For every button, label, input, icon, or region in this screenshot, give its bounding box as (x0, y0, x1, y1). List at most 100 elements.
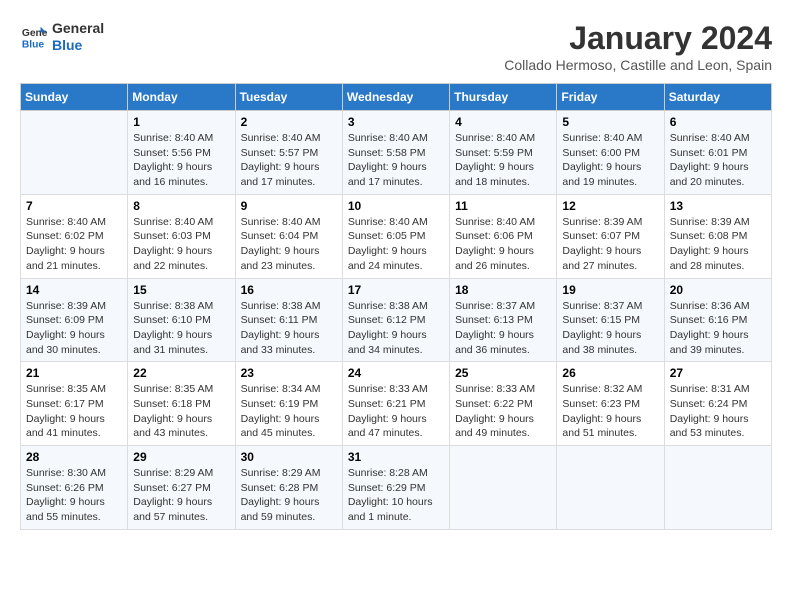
day-cell: 8 Sunrise: 8:40 AM Sunset: 6:03 PM Daylig… (128, 194, 235, 278)
day-cell: 30Sunrise: 8:29 AM Sunset: 6:28 PM Dayli… (235, 446, 342, 530)
day-cell: 7Sunrise: 8:40 AM Sunset: 6:02 PM Daylig… (21, 194, 128, 278)
day-detail: Sunrise: 8:40 AM Sunset: 6:00 PM Dayligh… (562, 131, 658, 190)
day-number: 14 (26, 283, 122, 297)
calendar-header-row: SundayMondayTuesdayWednesdayThursdayFrid… (21, 84, 772, 111)
col-header-saturday: Saturday (664, 84, 771, 111)
day-cell: 5 Sunrise: 8:40 AM Sunset: 6:00 PM Daylig… (557, 111, 664, 195)
day-number: 11 (455, 199, 551, 213)
day-detail: Sunrise: 8:40 AM Sunset: 6:01 PM Dayligh… (670, 131, 766, 190)
day-number: 21 (26, 366, 122, 380)
day-cell: 11Sunrise: 8:40 AM Sunset: 6:06 PM Dayli… (450, 194, 557, 278)
col-header-friday: Friday (557, 84, 664, 111)
day-number: 23 (241, 366, 337, 380)
col-header-thursday: Thursday (450, 84, 557, 111)
day-detail: Sunrise: 8:30 AM Sunset: 6:26 PM Dayligh… (26, 466, 122, 525)
day-cell (557, 446, 664, 530)
day-detail: Sunrise: 8:40 AM Sunset: 6:05 PM Dayligh… (348, 215, 444, 274)
day-detail: Sunrise: 8:38 AM Sunset: 6:11 PM Dayligh… (241, 299, 337, 358)
day-number: 16 (241, 283, 337, 297)
day-detail: Sunrise: 8:37 AM Sunset: 6:13 PM Dayligh… (455, 299, 551, 358)
day-number: 15 (133, 283, 229, 297)
day-detail: Sunrise: 8:36 AM Sunset: 6:16 PM Dayligh… (670, 299, 766, 358)
day-detail: Sunrise: 8:38 AM Sunset: 6:10 PM Dayligh… (133, 299, 229, 358)
calendar-body: 1 Sunrise: 8:40 AM Sunset: 5:56 PM Daylig… (21, 111, 772, 530)
day-cell: 3Sunrise: 8:40 AM Sunset: 5:58 PM Daylig… (342, 111, 449, 195)
day-detail: Sunrise: 8:40 AM Sunset: 5:57 PM Dayligh… (241, 131, 337, 190)
day-cell: 16 Sunrise: 8:38 AM Sunset: 6:11 PM Dayli… (235, 278, 342, 362)
week-row-2: 7Sunrise: 8:40 AM Sunset: 6:02 PM Daylig… (21, 194, 772, 278)
col-header-monday: Monday (128, 84, 235, 111)
day-cell: 13Sunrise: 8:39 AM Sunset: 6:08 PM Dayli… (664, 194, 771, 278)
col-header-wednesday: Wednesday (342, 84, 449, 111)
day-number: 12 (562, 199, 658, 213)
day-number: 4 (455, 115, 551, 129)
col-header-sunday: Sunday (21, 84, 128, 111)
day-cell: 24 Sunrise: 8:33 AM Sunset: 6:21 PM Dayli… (342, 362, 449, 446)
day-cell: 22 Sunrise: 8:35 AM Sunset: 6:18 PM Dayli… (128, 362, 235, 446)
day-cell: 21 Sunrise: 8:35 AM Sunset: 6:17 PM Dayli… (21, 362, 128, 446)
col-header-tuesday: Tuesday (235, 84, 342, 111)
day-detail: Sunrise: 8:39 AM Sunset: 6:09 PM Dayligh… (26, 299, 122, 358)
day-detail: Sunrise: 8:33 AM Sunset: 6:22 PM Dayligh… (455, 382, 551, 441)
day-cell (450, 446, 557, 530)
day-cell: 10Sunrise: 8:40 AM Sunset: 6:05 PM Dayli… (342, 194, 449, 278)
day-detail: Sunrise: 8:40 AM Sunset: 5:58 PM Dayligh… (348, 131, 444, 190)
day-number: 25 (455, 366, 551, 380)
day-number: 5 (562, 115, 658, 129)
day-detail: Sunrise: 8:33 AM Sunset: 6:21 PM Dayligh… (348, 382, 444, 441)
day-cell: 9 Sunrise: 8:40 AM Sunset: 6:04 PM Daylig… (235, 194, 342, 278)
day-cell: 17 Sunrise: 8:38 AM Sunset: 6:12 PM Dayli… (342, 278, 449, 362)
day-cell: 26 Sunrise: 8:32 AM Sunset: 6:23 PM Dayli… (557, 362, 664, 446)
main-title: January 2024 (504, 20, 772, 57)
day-number: 7 (26, 199, 122, 213)
day-cell: 15 Sunrise: 8:38 AM Sunset: 6:10 PM Dayli… (128, 278, 235, 362)
day-cell: 28 Sunrise: 8:30 AM Sunset: 6:26 PM Dayli… (21, 446, 128, 530)
day-number: 20 (670, 283, 766, 297)
week-row-5: 28 Sunrise: 8:30 AM Sunset: 6:26 PM Dayli… (21, 446, 772, 530)
day-detail: Sunrise: 8:40 AM Sunset: 6:04 PM Dayligh… (241, 215, 337, 274)
day-cell: 19Sunrise: 8:37 AM Sunset: 6:15 PM Dayli… (557, 278, 664, 362)
day-detail: Sunrise: 8:29 AM Sunset: 6:27 PM Dayligh… (133, 466, 229, 525)
day-number: 22 (133, 366, 229, 380)
week-row-3: 14 Sunrise: 8:39 AM Sunset: 6:09 PM Dayli… (21, 278, 772, 362)
logo-line2: Blue (52, 37, 104, 54)
day-number: 26 (562, 366, 658, 380)
day-number: 13 (670, 199, 766, 213)
day-number: 17 (348, 283, 444, 297)
day-cell: 2 Sunrise: 8:40 AM Sunset: 5:57 PM Daylig… (235, 111, 342, 195)
svg-text:Blue: Blue (22, 39, 45, 50)
day-number: 2 (241, 115, 337, 129)
day-detail: Sunrise: 8:29 AM Sunset: 6:28 PM Dayligh… (241, 466, 337, 525)
day-detail: Sunrise: 8:35 AM Sunset: 6:17 PM Dayligh… (26, 382, 122, 441)
day-detail: Sunrise: 8:35 AM Sunset: 6:18 PM Dayligh… (133, 382, 229, 441)
day-number: 8 (133, 199, 229, 213)
day-cell: 29 Sunrise: 8:29 AM Sunset: 6:27 PM Dayli… (128, 446, 235, 530)
day-detail: Sunrise: 8:40 AM Sunset: 5:56 PM Dayligh… (133, 131, 229, 190)
day-detail: Sunrise: 8:38 AM Sunset: 6:12 PM Dayligh… (348, 299, 444, 358)
day-number: 27 (670, 366, 766, 380)
week-row-1: 1 Sunrise: 8:40 AM Sunset: 5:56 PM Daylig… (21, 111, 772, 195)
day-number: 29 (133, 450, 229, 464)
day-cell: 6Sunrise: 8:40 AM Sunset: 6:01 PM Daylig… (664, 111, 771, 195)
day-detail: Sunrise: 8:34 AM Sunset: 6:19 PM Dayligh… (241, 382, 337, 441)
day-number: 19 (562, 283, 658, 297)
day-detail: Sunrise: 8:32 AM Sunset: 6:23 PM Dayligh… (562, 382, 658, 441)
day-number: 9 (241, 199, 337, 213)
day-cell: 4Sunrise: 8:40 AM Sunset: 5:59 PM Daylig… (450, 111, 557, 195)
day-number: 24 (348, 366, 444, 380)
day-cell: 27 Sunrise: 8:31 AM Sunset: 6:24 PM Dayli… (664, 362, 771, 446)
day-cell (21, 111, 128, 195)
day-detail: Sunrise: 8:31 AM Sunset: 6:24 PM Dayligh… (670, 382, 766, 441)
day-detail: Sunrise: 8:39 AM Sunset: 6:07 PM Dayligh… (562, 215, 658, 274)
svg-text:General: General (22, 28, 48, 39)
title-block: January 2024 Collado Hermoso, Castille a… (504, 20, 772, 73)
day-cell: 23 Sunrise: 8:34 AM Sunset: 6:19 PM Dayli… (235, 362, 342, 446)
day-number: 1 (133, 115, 229, 129)
day-number: 31 (348, 450, 444, 464)
day-detail: Sunrise: 8:28 AM Sunset: 6:29 PM Dayligh… (348, 466, 444, 525)
day-cell: 14 Sunrise: 8:39 AM Sunset: 6:09 PM Dayli… (21, 278, 128, 362)
day-detail: Sunrise: 8:40 AM Sunset: 6:03 PM Dayligh… (133, 215, 229, 274)
day-number: 28 (26, 450, 122, 464)
day-cell: 18Sunrise: 8:37 AM Sunset: 6:13 PM Dayli… (450, 278, 557, 362)
logo: General Blue General Blue (20, 20, 104, 54)
